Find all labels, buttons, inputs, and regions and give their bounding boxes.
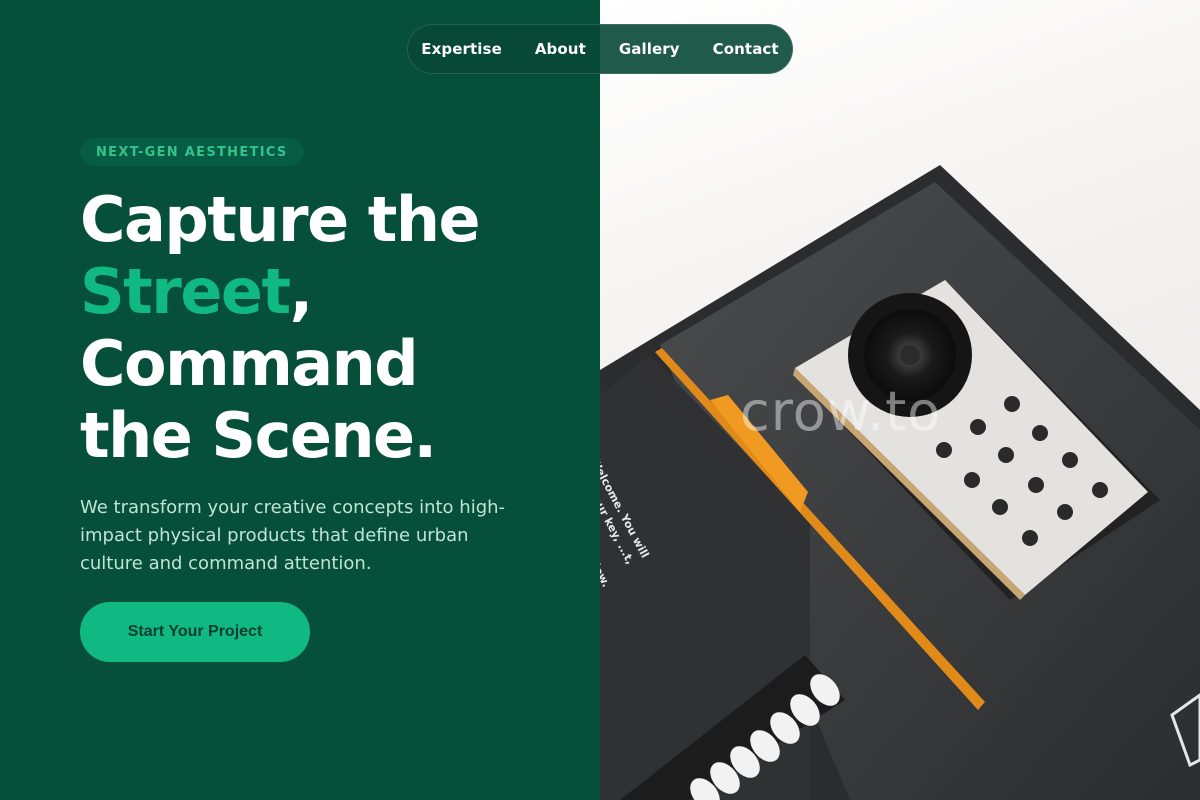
hero-headline: Capture the Street, Command the Scene. [80,184,560,472]
start-project-button[interactable]: Start Your Project [80,602,310,662]
headline-line-4: the Scene. [80,399,437,472]
nav-link-expertise[interactable]: Expertise [421,40,502,58]
headline-accent-suffix: , [289,255,314,328]
hero-badge: NEXT-GEN AESTHETICS [80,138,304,166]
headline-accent-word: Street [80,255,291,328]
nav-link-gallery[interactable]: Gallery [619,40,680,58]
headline-line-2: Street, [80,256,560,328]
watermark-text: crow.to [740,380,942,443]
nav-link-about[interactable]: About [535,40,586,58]
headline-line-3: Command [80,327,419,400]
nav-link-contact[interactable]: Contact [713,40,779,58]
top-nav: Expertise About Gallery Contact [407,24,793,74]
hero-subtext: We transform your creative concepts into… [80,497,506,574]
hero-image-panel: crow.to Welcome. You will find your key,… [600,0,1200,800]
headline-line-1: Capture the [80,183,481,256]
